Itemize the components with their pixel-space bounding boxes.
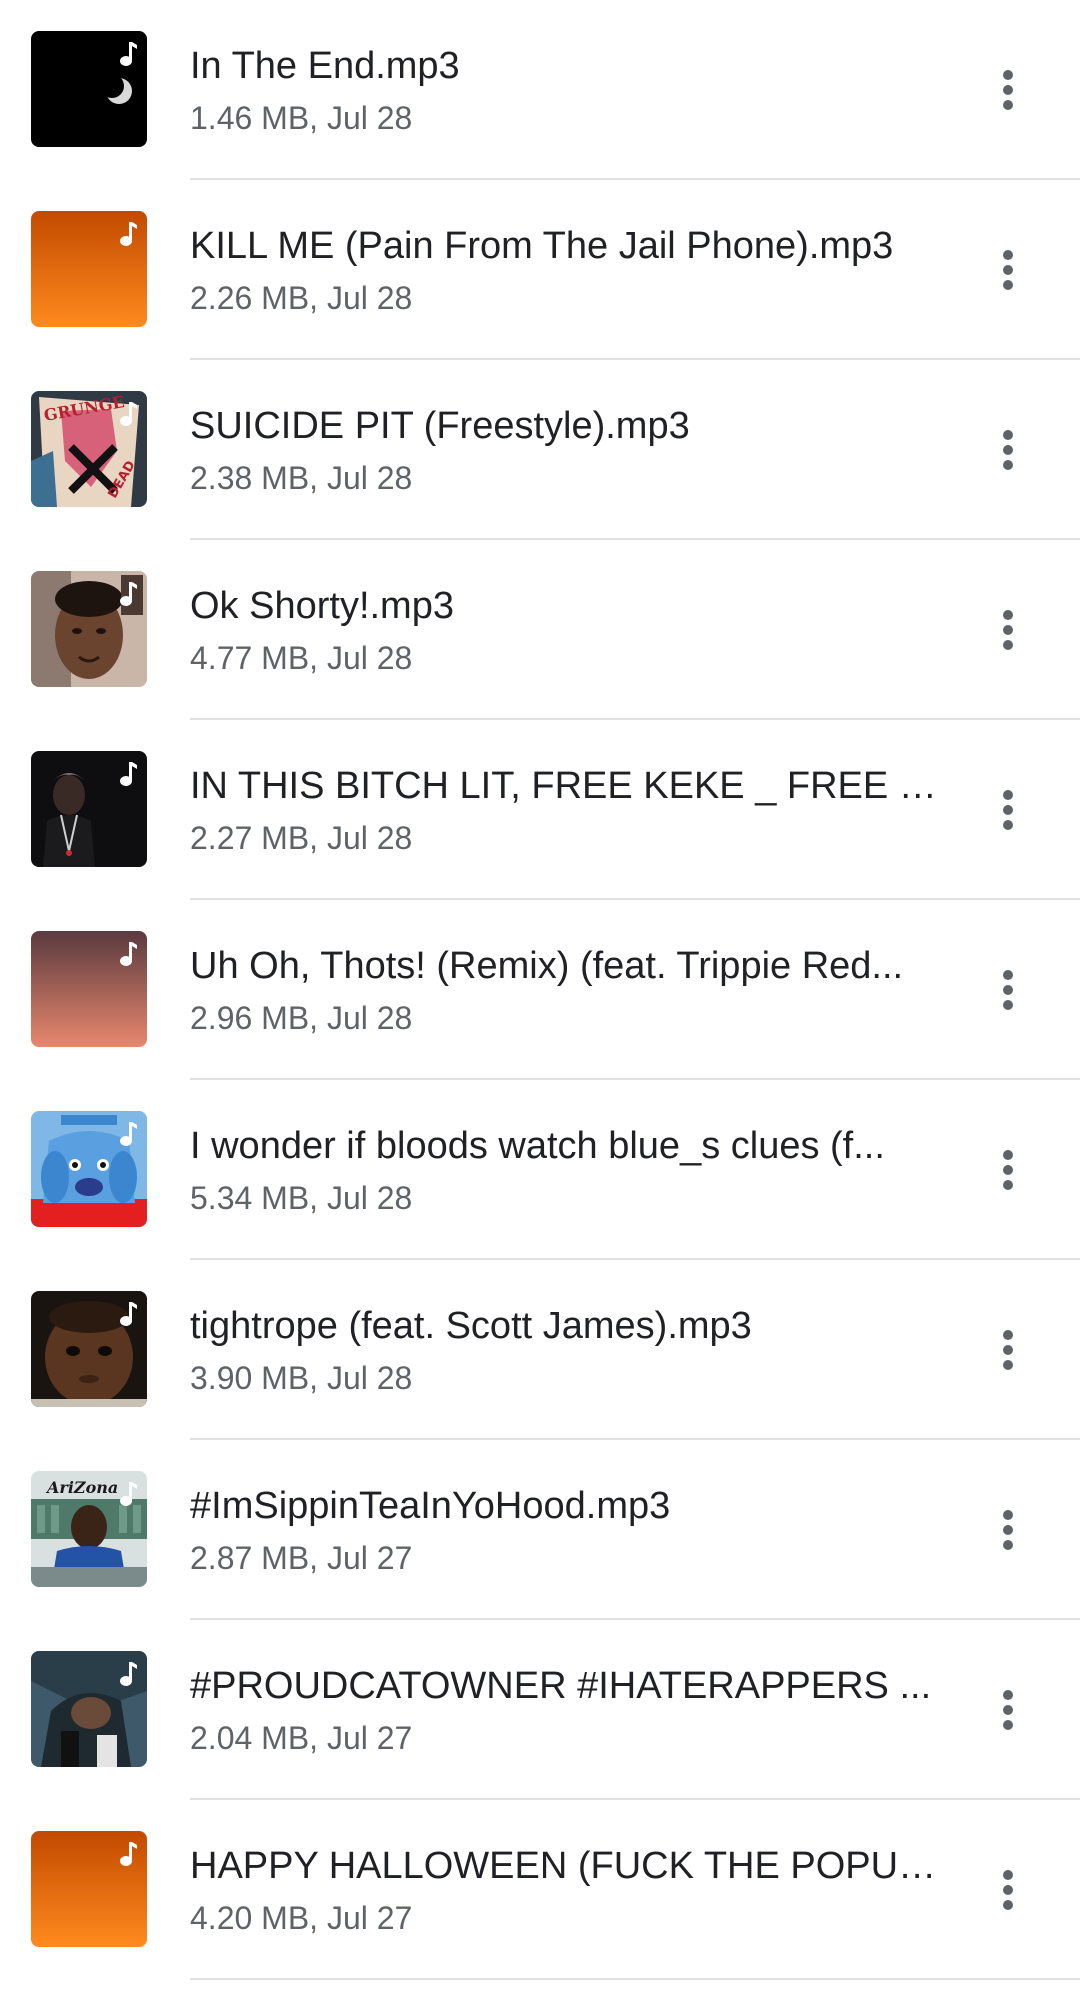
more-options-button[interactable] [980, 960, 1036, 1020]
list-item[interactable]: In The End.mp3 1.46 MB, Jul 28 [0, 0, 1080, 180]
music-note-icon [120, 582, 137, 606]
file-list: In The End.mp3 1.46 MB, Jul 28 KILL ME (… [0, 0, 1080, 1980]
album-art-thumbnail [31, 211, 147, 327]
file-details: 2.96 MB, Jul 28 [190, 1000, 413, 1036]
list-item[interactable]: Uh Oh, Thots! (Remix) (feat. Trippie Red… [0, 900, 1080, 1080]
more-options-button[interactable] [980, 60, 1036, 120]
file-details: 2.04 MB, Jul 27 [190, 1720, 413, 1756]
file-details: 4.20 MB, Jul 27 [190, 1900, 413, 1936]
music-note-icon [120, 1662, 137, 1686]
file-name: tightrope (feat. Scott James).mp3 [190, 1305, 752, 1347]
music-note-icon [120, 942, 137, 966]
file-name: I wonder if bloods watch blue_s clues (f… [190, 1125, 885, 1167]
list-item[interactable]: I wonder if bloods watch blue_s clues (f… [0, 1080, 1080, 1260]
file-details: 3.90 MB, Jul 28 [190, 1360, 413, 1396]
more-vert-icon [1003, 610, 1013, 650]
more-vert-icon [1003, 970, 1013, 1010]
file-name: Uh Oh, Thots! (Remix) (feat. Trippie Red… [190, 945, 904, 987]
list-item[interactable]: tightrope (feat. Scott James).mp3 3.90 M… [0, 1260, 1080, 1440]
list-item[interactable]: IN THIS BITCH LIT, FREE KEKE _ FREE 2 ..… [0, 720, 1080, 900]
file-details: 2.38 MB, Jul 28 [190, 460, 413, 496]
album-art-thumbnail [31, 1291, 147, 1407]
album-art-thumbnail [31, 1111, 147, 1227]
list-item[interactable]: KILL ME (Pain From The Jail Phone).mp3 2… [0, 180, 1080, 360]
music-note-icon [120, 1302, 137, 1326]
file-details: 5.34 MB, Jul 28 [190, 1180, 413, 1216]
file-details: 4.77 MB, Jul 28 [190, 640, 413, 676]
more-options-button[interactable] [980, 780, 1036, 840]
file-name: #ImSippinTeaInYoHood.mp3 [190, 1485, 671, 1527]
album-art-thumbnail [31, 1651, 147, 1767]
album-art-thumbnail [31, 931, 147, 1047]
album-art-thumbnail [31, 571, 147, 687]
more-options-button[interactable] [980, 420, 1036, 480]
list-item[interactable]: HAPPY HALLOWEEN (FUCK THE POPUL... 4.20 … [0, 1800, 1080, 1980]
file-details: 2.26 MB, Jul 28 [190, 280, 413, 316]
more-options-button[interactable] [980, 1320, 1036, 1380]
music-note-icon [120, 1482, 137, 1506]
more-vert-icon [1003, 70, 1013, 110]
album-art-thumbnail [31, 751, 147, 867]
file-details: 2.87 MB, Jul 27 [190, 1540, 413, 1576]
album-art-thumbnail: AriZona [31, 1471, 147, 1587]
more-options-button[interactable] [980, 600, 1036, 660]
file-name: SUICIDE PIT (Freestyle).mp3 [190, 405, 690, 447]
music-note-icon [120, 222, 137, 246]
more-vert-icon [1003, 1330, 1013, 1370]
list-item[interactable]: Ok Shorty!.mp3 4.77 MB, Jul 28 [0, 540, 1080, 720]
file-name: IN THIS BITCH LIT, FREE KEKE _ FREE 2 ..… [190, 765, 940, 807]
album-art-thumbnail [31, 31, 147, 147]
svg-text:AriZona: AriZona [45, 1478, 118, 1497]
file-name: HAPPY HALLOWEEN (FUCK THE POPUL... [190, 1845, 940, 1887]
more-vert-icon [1003, 1690, 1013, 1730]
more-vert-icon [1003, 430, 1013, 470]
file-name: KILL ME (Pain From The Jail Phone).mp3 [190, 225, 894, 267]
more-options-button[interactable] [980, 1500, 1036, 1560]
more-options-button[interactable] [980, 1140, 1036, 1200]
list-item[interactable]: AriZona #ImSippinTeaInYoHood.mp3 2.87 MB… [0, 1440, 1080, 1620]
more-vert-icon [1003, 1150, 1013, 1190]
more-options-button[interactable] [980, 1680, 1036, 1740]
more-vert-icon [1003, 250, 1013, 290]
file-details: 1.46 MB, Jul 28 [190, 100, 413, 136]
divider [190, 1978, 1080, 1980]
more-vert-icon [1003, 1510, 1013, 1550]
list-item[interactable]: GRUNGE DEAD SUICIDE PIT (Freestyle).mp3 … [0, 360, 1080, 540]
music-note-icon [120, 402, 137, 426]
more-vert-icon [1003, 1870, 1013, 1910]
more-options-button[interactable] [980, 240, 1036, 300]
music-note-icon [120, 1842, 137, 1866]
more-vert-icon [1003, 790, 1013, 830]
file-name: In The End.mp3 [190, 45, 460, 87]
more-options-button[interactable] [980, 1860, 1036, 1920]
file-name: Ok Shorty!.mp3 [190, 585, 454, 627]
file-name: #PROUDCATOWNER #IHATERAPPERS ... [190, 1665, 932, 1707]
album-art-thumbnail [31, 1831, 147, 1947]
music-note-icon [120, 1122, 137, 1146]
album-art-thumbnail: GRUNGE DEAD [31, 391, 147, 507]
music-note-icon [120, 42, 137, 66]
file-details: 2.27 MB, Jul 28 [190, 820, 413, 856]
list-item[interactable]: #PROUDCATOWNER #IHATERAPPERS ... 2.04 MB… [0, 1620, 1080, 1800]
music-note-icon [120, 762, 137, 786]
